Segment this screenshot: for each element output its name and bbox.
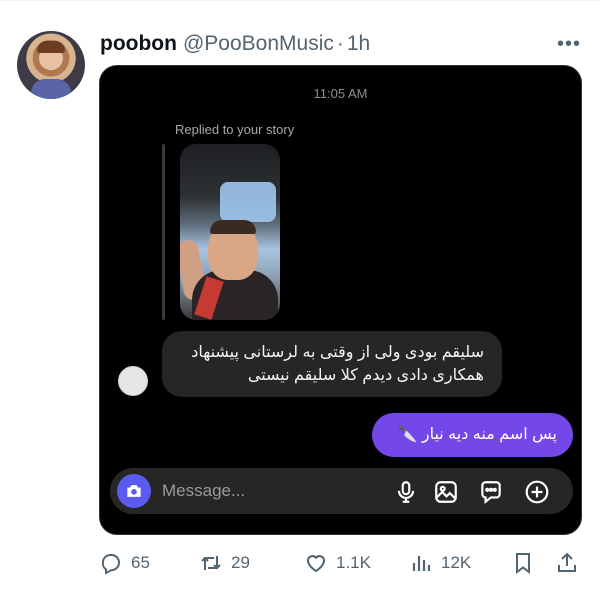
reply-count: 65 <box>131 553 150 572</box>
tweet-media-screenshot[interactable]: 11:05 AM Replied to your story سلیقم بود… <box>99 65 582 535</box>
message-composer <box>110 468 573 514</box>
share-button[interactable] <box>555 547 587 579</box>
incoming-message-bubble: سلیقم بودی ولی از وقتی به لرستانی پیشنها… <box>162 331 502 397</box>
more-horizontal-icon[interactable]: ••• <box>555 31 583 57</box>
reply-button[interactable]: 65 <box>99 547 150 579</box>
reply-quote-bar <box>162 144 165 320</box>
sender-avatar[interactable] <box>118 366 148 396</box>
like-icon <box>306 555 326 573</box>
views-button[interactable]: 12K <box>409 547 471 579</box>
repost-count: 29 <box>231 553 250 572</box>
like-button[interactable]: 1.1K <box>304 547 371 579</box>
share-icon <box>558 552 576 572</box>
message-input[interactable] <box>162 468 382 514</box>
tweet-time[interactable]: 1h <box>347 32 370 56</box>
view-count: 12K <box>441 553 472 572</box>
dm-timestamp: 11:05 AM <box>313 86 368 101</box>
separator: · <box>336 32 344 55</box>
tweet[interactable]: poobon @PooBonMusic · 1h ••• 11:05 AM Re… <box>0 0 600 599</box>
camera-icon[interactable] <box>117 474 151 508</box>
bookmark-icon <box>516 553 530 574</box>
replied-label: Replied to your story <box>175 122 295 137</box>
reply-icon <box>101 554 121 575</box>
views-icon <box>412 556 431 571</box>
display-name[interactable]: poobon <box>100 32 177 56</box>
sticker-icon[interactable] <box>478 479 504 505</box>
story-thumbnail[interactable] <box>180 144 280 320</box>
gallery-icon[interactable] <box>433 479 459 505</box>
repost-icon <box>201 556 221 570</box>
like-count: 1.1K <box>336 553 371 572</box>
bookmark-button[interactable] <box>511 547 543 579</box>
author-avatar[interactable] <box>17 31 85 99</box>
plus-icon[interactable] <box>524 479 550 505</box>
tweet-header: poobon @PooBonMusic · 1h <box>100 31 370 57</box>
tweet-actions: 65 29 1.1K 12K <box>99 547 583 579</box>
microphone-icon[interactable] <box>393 479 419 505</box>
user-handle[interactable]: @PooBonMusic <box>183 32 334 56</box>
outgoing-message-bubble: پس اسم منه دیه نیار 🔪 <box>372 413 573 457</box>
repost-button[interactable]: 29 <box>199 547 250 579</box>
